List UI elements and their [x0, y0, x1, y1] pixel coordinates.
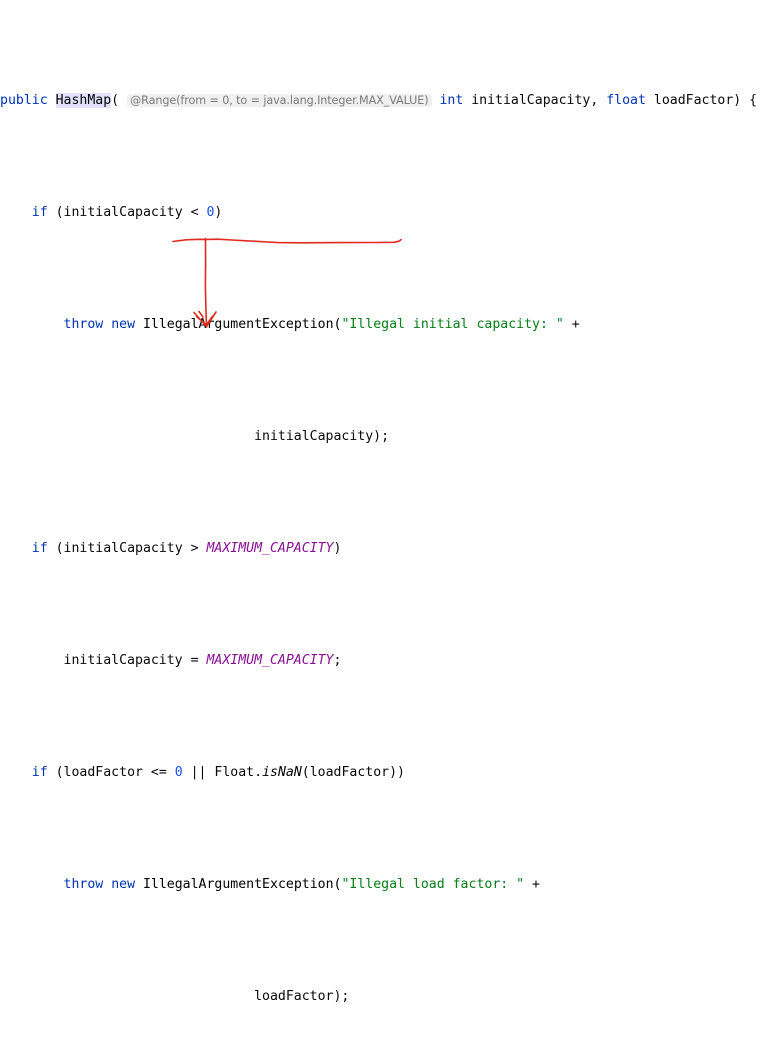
token-method-name-highlighted[interactable]: HashMap — [55, 92, 112, 108]
token-keyword: if — [31, 540, 48, 556]
token-keyword: throw — [63, 876, 104, 892]
token-expr: || Float. — [182, 764, 263, 780]
token-expr: (loadFactor)) — [301, 764, 405, 780]
token-expr: (initialCapacity < — [55, 204, 207, 220]
code-line[interactable]: public HashMap( @Range(from = 0, to = ja… — [0, 89, 782, 113]
code-line[interactable]: if (loadFactor <= 0 || Float.isNaN(loadF… — [0, 762, 782, 784]
code-line[interactable]: throw new IllegalArgumentException("Ille… — [0, 874, 782, 896]
inlay-hint[interactable]: @Range(from = 0, to = java.lang.Integer.… — [127, 93, 432, 107]
token-keyword: public — [0, 92, 48, 108]
code-editor[interactable]: public HashMap( @Range(from = 0, to = ja… — [0, 0, 782, 1004]
code-line[interactable]: if (initialCapacity > MAXIMUM_CAPACITY) — [0, 538, 782, 560]
token-punct: ) — [214, 204, 223, 220]
token-punct: ( — [111, 92, 120, 108]
token-number: 0 — [174, 764, 183, 780]
token-static-field: MAXIMUM_CAPACITY — [206, 540, 334, 556]
token-keyword: int — [439, 92, 464, 108]
token-static-method: isNaN — [262, 764, 302, 780]
code-line[interactable]: initialCapacity); — [0, 426, 782, 448]
token-parameter: loadFactor) { — [653, 92, 758, 108]
token-string: "Illegal load factor: " — [341, 876, 525, 892]
token-keyword: if — [31, 204, 48, 220]
token-parameter: initialCapacity, — [471, 92, 599, 108]
token-operator: + — [524, 876, 540, 892]
token-operator: + — [563, 316, 580, 332]
token-punct: ; — [333, 652, 342, 668]
code-line[interactable]: loadFactor); — [0, 986, 782, 1008]
token-keyword: new — [111, 316, 136, 332]
token-string: "Illegal initial capacity: " — [341, 316, 564, 332]
code-line[interactable]: throw new IllegalArgumentException("Ille… — [0, 314, 782, 336]
code-content[interactable]: public HashMap( @Range(from = 0, to = ja… — [0, 0, 782, 1004]
token-punct: ) — [333, 540, 342, 556]
token-class: IllegalArgumentException( — [142, 316, 342, 332]
token-expr: (loadFactor <= — [55, 764, 175, 780]
token-keyword: throw — [63, 316, 104, 332]
code-line[interactable]: if (initialCapacity < 0) — [0, 202, 782, 224]
token-expr: loadFactor); — [254, 988, 350, 1004]
token-expr: (initialCapacity > — [55, 540, 207, 556]
token-keyword: float — [606, 92, 646, 108]
token-expr: initialCapacity = — [63, 652, 207, 668]
token-keyword: if — [31, 764, 48, 780]
token-class: IllegalArgumentException( — [142, 876, 342, 892]
token-keyword: new — [111, 876, 136, 892]
code-line[interactable]: initialCapacity = MAXIMUM_CAPACITY; — [0, 650, 782, 672]
token-static-field: MAXIMUM_CAPACITY — [206, 652, 334, 668]
token-expr: initialCapacity); — [254, 428, 390, 444]
